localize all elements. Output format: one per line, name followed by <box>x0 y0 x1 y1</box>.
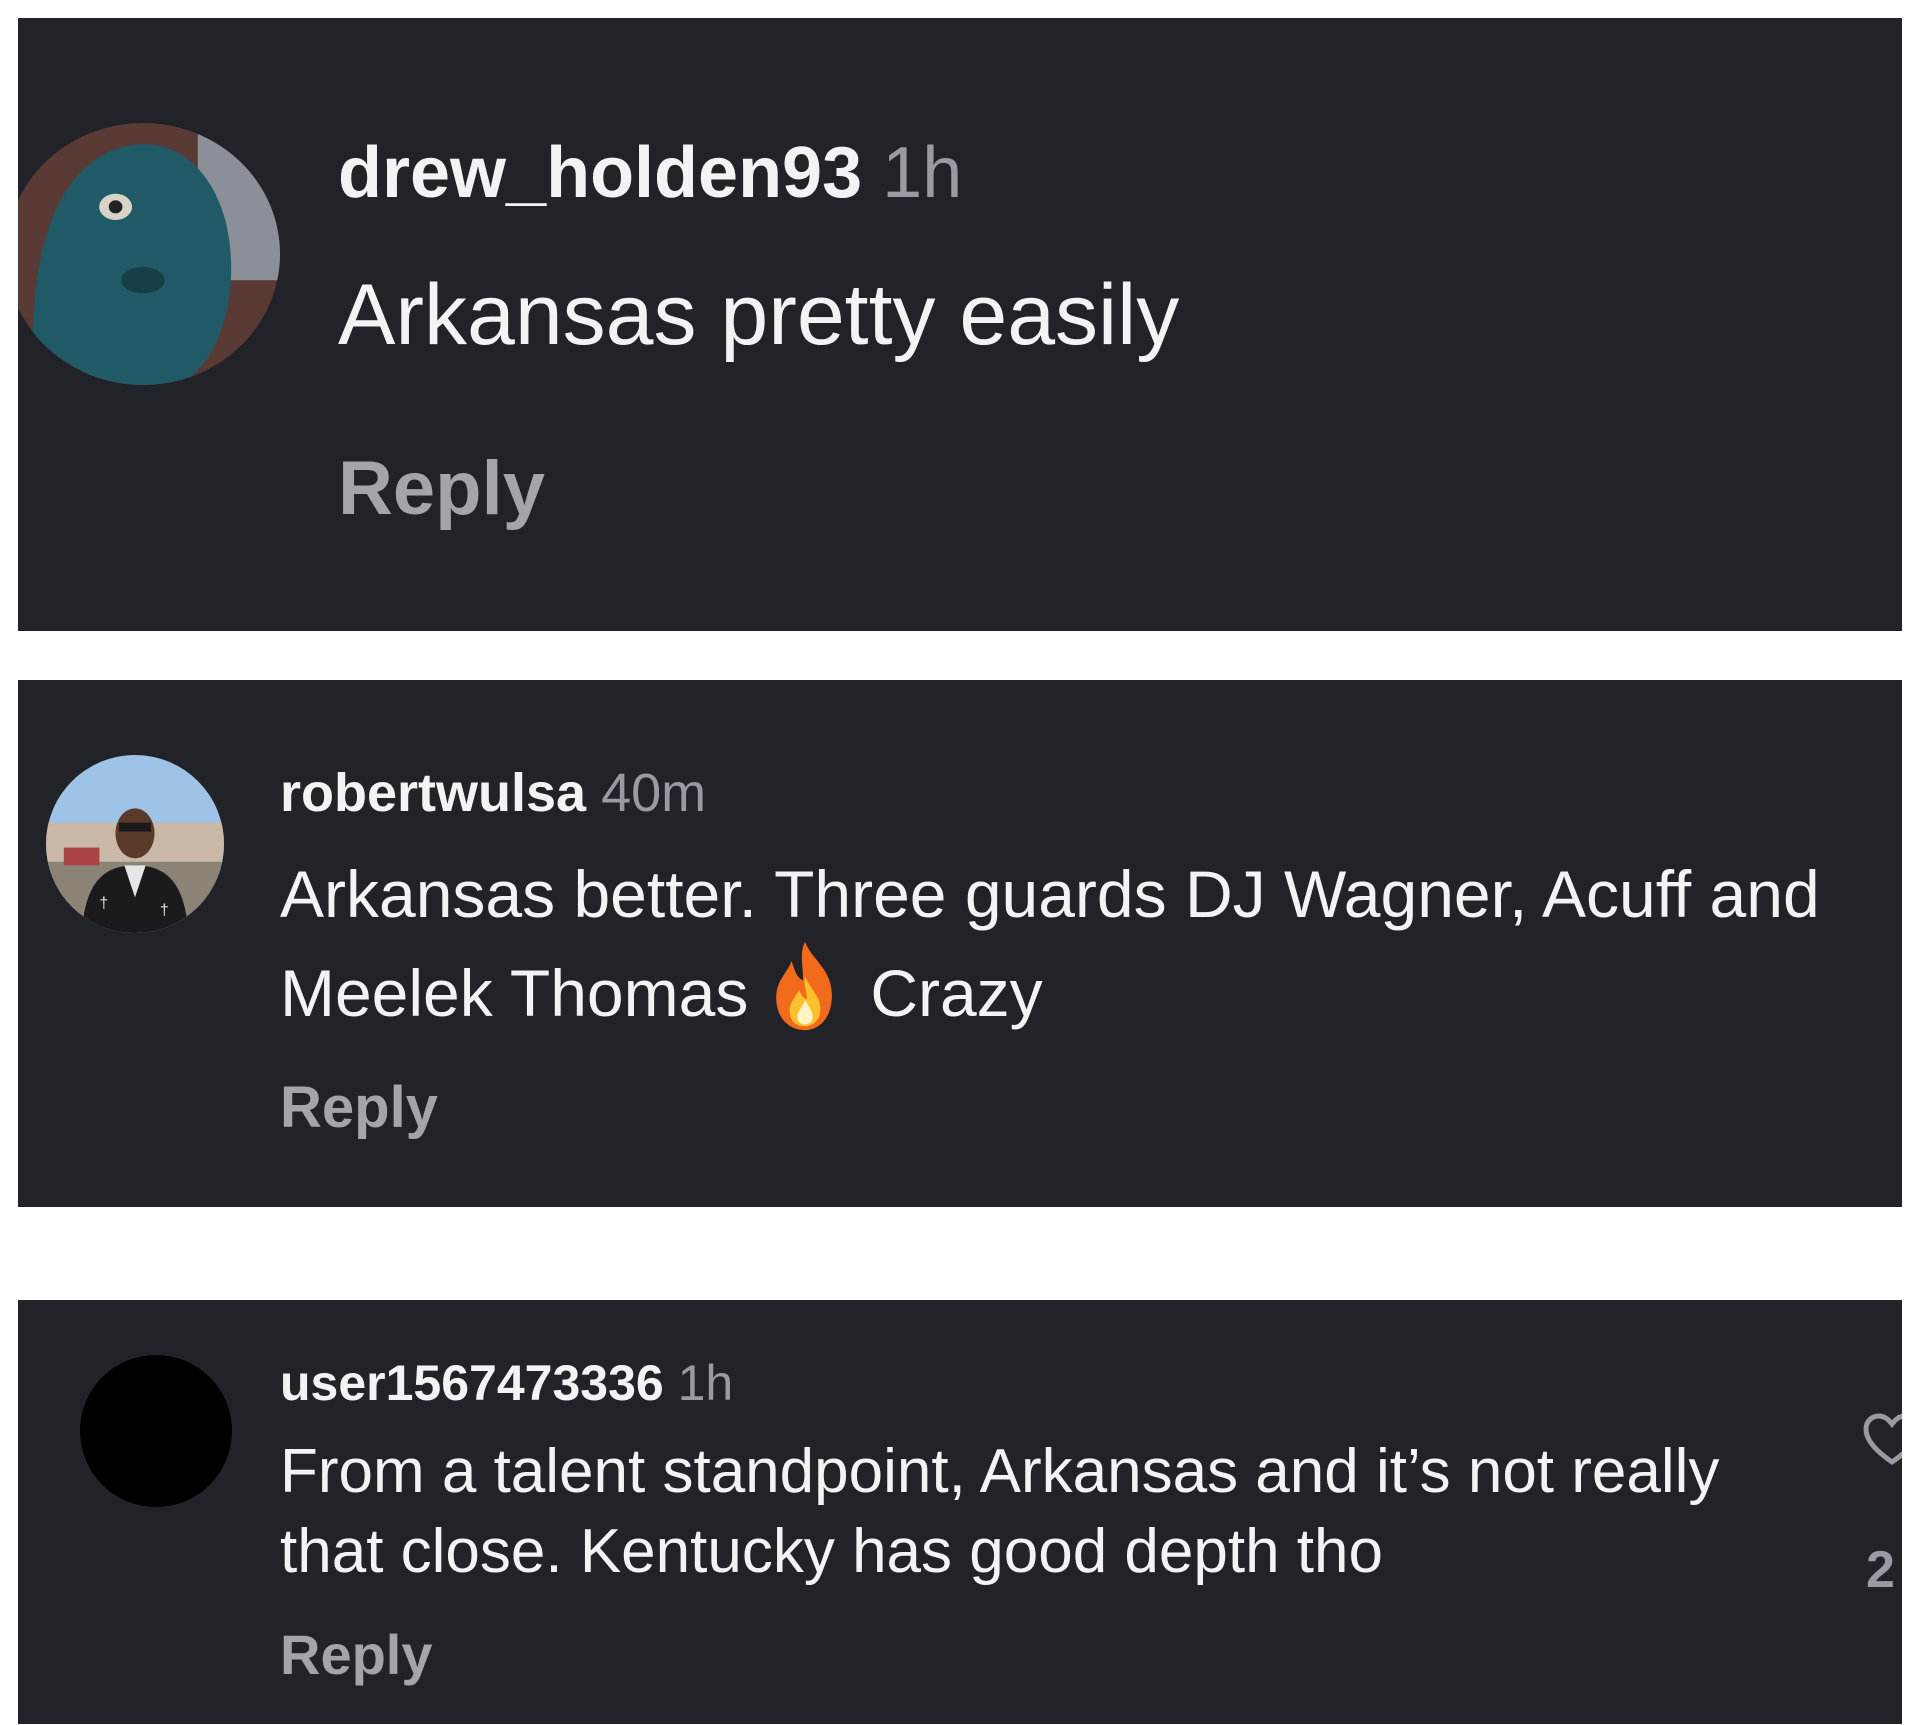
comment-text-part: Crazy <box>870 956 1043 1030</box>
heart-icon[interactable] <box>1862 1410 1902 1470</box>
comment-card: user1567473336 1h From a talent standpoi… <box>18 1300 1902 1724</box>
like-button[interactable]: 2 <box>1862 1410 1902 1630</box>
comment-header: user1567473336 1h <box>280 1350 1840 1416</box>
svg-text:†: † <box>99 894 108 912</box>
username[interactable]: robertwulsa <box>280 763 586 823</box>
timestamp: 1h <box>677 1355 734 1411</box>
comment-text: Arkansas pretty easily <box>338 267 1180 363</box>
comment-text: From a talent standpoint, Arkansas and i… <box>280 1437 1720 1586</box>
avatar[interactable] <box>80 1355 232 1507</box>
comment-text: Arkansas better. Three guards DJ Wagner,… <box>280 850 1820 1037</box>
reply-button[interactable]: Reply <box>280 1073 438 1143</box>
comment-card: drew_holden93 1h Arkansas pretty easily … <box>18 18 1902 631</box>
comment-header: robertwulsa 40m <box>280 758 1820 828</box>
reply-button[interactable]: Reply <box>280 1622 433 1688</box>
username[interactable]: user1567473336 <box>280 1355 664 1411</box>
comment-text-part: Arkansas better. Three guards DJ Wagner,… <box>280 857 1820 1030</box>
username[interactable]: drew_holden93 <box>338 133 862 213</box>
avatar[interactable]: † † <box>46 755 224 933</box>
fire-emoji-icon <box>766 938 844 1034</box>
avatar[interactable] <box>18 123 280 385</box>
timestamp: 40m <box>601 763 707 823</box>
svg-text:†: † <box>160 901 169 919</box>
timestamp: 1h <box>882 133 963 213</box>
comment-card: † † robertwulsa 40m Arkansas better. Thr… <box>18 680 1902 1207</box>
reply-button[interactable]: Reply <box>338 444 545 534</box>
comment-header: drew_holden93 1h <box>338 128 1179 218</box>
like-count: 2 <box>1866 1541 1895 1599</box>
